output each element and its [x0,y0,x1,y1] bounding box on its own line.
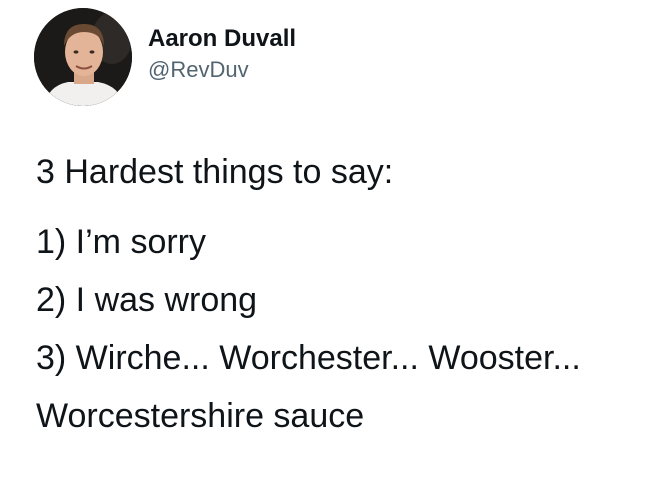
tweet-list-item-3: 3) Wirche... Worchester... Wooster... [36,339,581,377]
tweet-header: Aaron Duvall @RevDuv [34,8,296,106]
tweet-text: 3 Hardest things to say: 1) I’m sorry 2)… [36,150,636,438]
tweet-list-item-2: 2) I was wrong [36,281,258,319]
profile-photo-icon [34,8,132,106]
author-handle[interactable]: @RevDuv [148,55,296,85]
author-identity: Aaron Duvall @RevDuv [148,23,296,85]
author-display-name[interactable]: Aaron Duvall [148,23,296,55]
tweet-list-item-1: 1) I’m sorry [36,223,206,261]
tweet-continuation-line: Worcestershire sauce [36,397,365,435]
avatar[interactable] [34,8,132,106]
tweet-card: Aaron Duvall @RevDuv 3 Hardest things to… [0,0,650,487]
tweet-intro-line: 3 Hardest things to say: [36,153,394,191]
